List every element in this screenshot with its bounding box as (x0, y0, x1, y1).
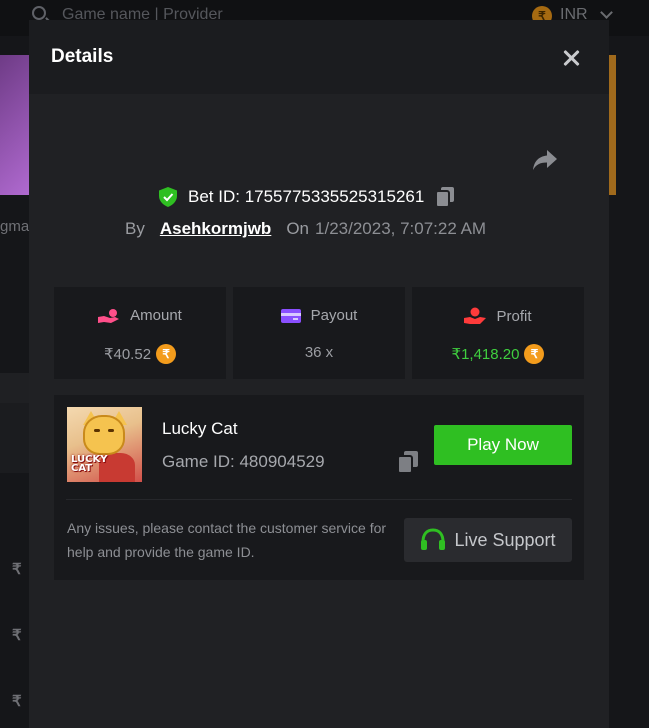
profit-value: ₹1,418.20 (451, 346, 520, 363)
on-label: On (286, 219, 310, 238)
stat-label: Amount (130, 307, 182, 324)
stat-label: Profit (496, 307, 532, 325)
chevron-down-icon[interactable] (600, 6, 613, 19)
stat-header: Amount (54, 307, 226, 324)
rupee-coin-icon: ₹ (524, 344, 545, 364)
divider (66, 499, 572, 500)
stat-header: Profit (412, 307, 584, 325)
background-amount: ₹ (12, 627, 22, 644)
stat-card-profit: Profit ₹1,418.20 ₹ (412, 287, 584, 379)
game-banner-right[interactable] (609, 55, 616, 195)
game-panel: LUCKY CAT Lucky Cat Game ID: 480904529 P… (54, 395, 584, 580)
details-modal: Details Bet ID: 1755775335525315261 By A… (29, 20, 609, 728)
thumbnail-cat-face (83, 415, 125, 455)
stat-label: Payout (310, 307, 358, 324)
stat-card-payout: Payout 36 x (233, 287, 405, 379)
live-support-button[interactable]: Live Support (404, 518, 572, 562)
game-banner-left[interactable] (0, 55, 30, 195)
copy-game-id-icon[interactable] (398, 451, 418, 473)
play-now-button[interactable]: Play Now (434, 425, 572, 465)
rupee-coin-icon: ₹ (156, 344, 177, 364)
stat-value: 36 x (233, 344, 405, 361)
profit-hand-icon (464, 307, 487, 324)
amount-value: ₹40.52 (103, 346, 152, 363)
live-support-label: Live Support (454, 529, 556, 550)
bet-datetime: 1/23/2023, 7:07:22 AM (315, 219, 487, 238)
bet-meta-line: By Asehkormjwb On 1/23/2023, 7:07:22 AM (125, 219, 486, 239)
bet-id-label: Bet ID: (188, 187, 245, 206)
background-row (0, 373, 30, 403)
thumbnail-cat-eye (108, 429, 114, 432)
modal-title: Details (51, 46, 114, 67)
modal-header: Details (29, 20, 609, 94)
background-row (0, 403, 30, 473)
close-button[interactable] (561, 48, 581, 68)
thumbnail-cat-eye (94, 429, 100, 432)
stat-value: ₹40.52 ₹ (54, 344, 226, 364)
username-link[interactable]: Asehkormjwb (160, 219, 271, 239)
game-name: Lucky Cat (162, 419, 238, 438)
stat-card-amount: Amount ₹40.52 ₹ (54, 287, 226, 379)
bet-id-line: Bet ID: 1755775335525315261 (159, 186, 455, 208)
card-icon (280, 308, 301, 323)
game-thumbnail[interactable]: LUCKY CAT (67, 407, 142, 482)
stat-header: Payout (233, 307, 405, 324)
hand-coin-icon (98, 308, 120, 323)
headset-icon (421, 528, 446, 550)
thumbnail-logo: LUCKY CAT (71, 454, 108, 474)
background-amount: ₹ (12, 561, 22, 578)
background-game-label: gma (0, 218, 30, 235)
support-message: Any issues, please contact the customer … (67, 520, 387, 560)
share-icon[interactable] (531, 147, 559, 173)
background-amount: ₹ (12, 693, 22, 710)
by-label: By (125, 219, 145, 238)
shield-check-icon (159, 187, 177, 207)
payout-value: 36 x (304, 344, 334, 361)
search-icon[interactable] (32, 6, 46, 20)
copy-icon[interactable] (436, 187, 455, 207)
stat-value: ₹1,418.20 ₹ (412, 344, 584, 364)
bet-stats: Amount ₹40.52 ₹ Payout 36 x Profit ₹1,41… (54, 287, 584, 379)
bet-id-value: 1755775335525315261 (244, 187, 425, 206)
game-id: Game ID: 480904529 (162, 452, 325, 471)
